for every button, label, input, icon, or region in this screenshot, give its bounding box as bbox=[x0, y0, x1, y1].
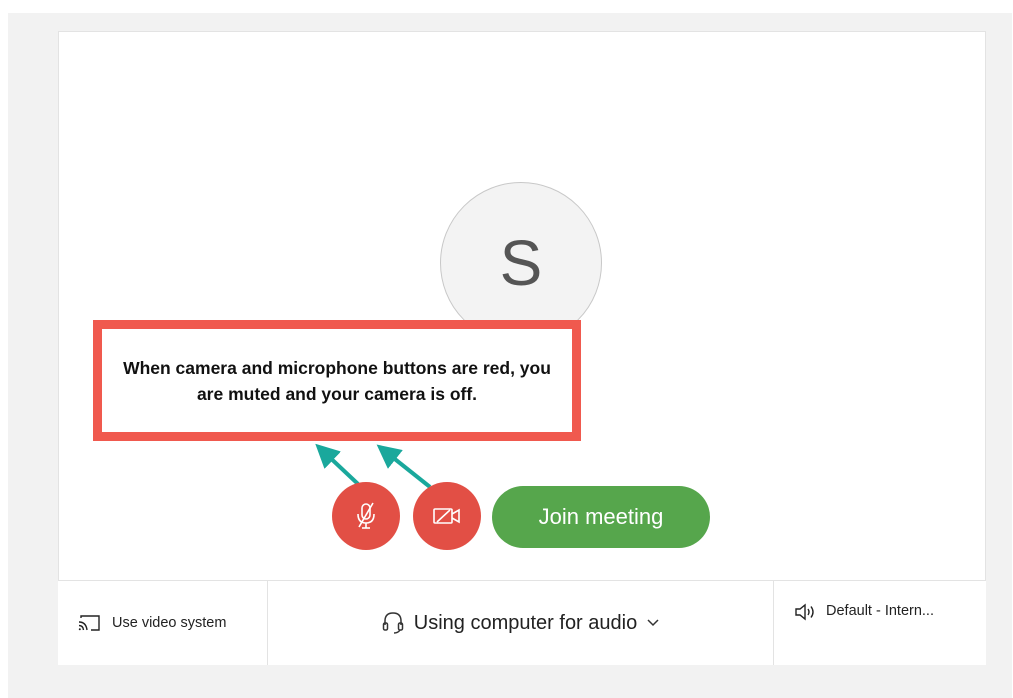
use-video-system-button[interactable]: Use video system bbox=[58, 581, 268, 665]
camera-off-icon bbox=[432, 505, 462, 527]
camera-button[interactable] bbox=[413, 482, 481, 550]
annotation-callout: When camera and microphone buttons are r… bbox=[93, 320, 581, 441]
microphone-muted-icon bbox=[353, 501, 379, 531]
mute-button[interactable] bbox=[332, 482, 400, 550]
bottom-bar: Use video system Using computer for audi… bbox=[58, 580, 986, 665]
cast-icon bbox=[78, 615, 100, 631]
use-video-system-label: Use video system bbox=[112, 615, 227, 631]
chevron-down-icon bbox=[647, 619, 659, 627]
speaker-selector[interactable]: Default - Intern... bbox=[774, 581, 986, 665]
audio-connection-dropdown[interactable]: Using computer for audio bbox=[268, 581, 774, 665]
join-meeting-button[interactable]: Join meeting bbox=[492, 486, 710, 548]
avatar-initial: S bbox=[499, 227, 543, 299]
speaker-label: Default - Intern... bbox=[826, 603, 934, 619]
speaker-icon bbox=[794, 603, 818, 621]
audio-connection-label: Using computer for audio bbox=[413, 611, 638, 634]
headset-icon bbox=[382, 611, 404, 635]
callout-text: When camera and microphone buttons are r… bbox=[123, 357, 551, 404]
join-meeting-label: Join meeting bbox=[538, 504, 664, 529]
